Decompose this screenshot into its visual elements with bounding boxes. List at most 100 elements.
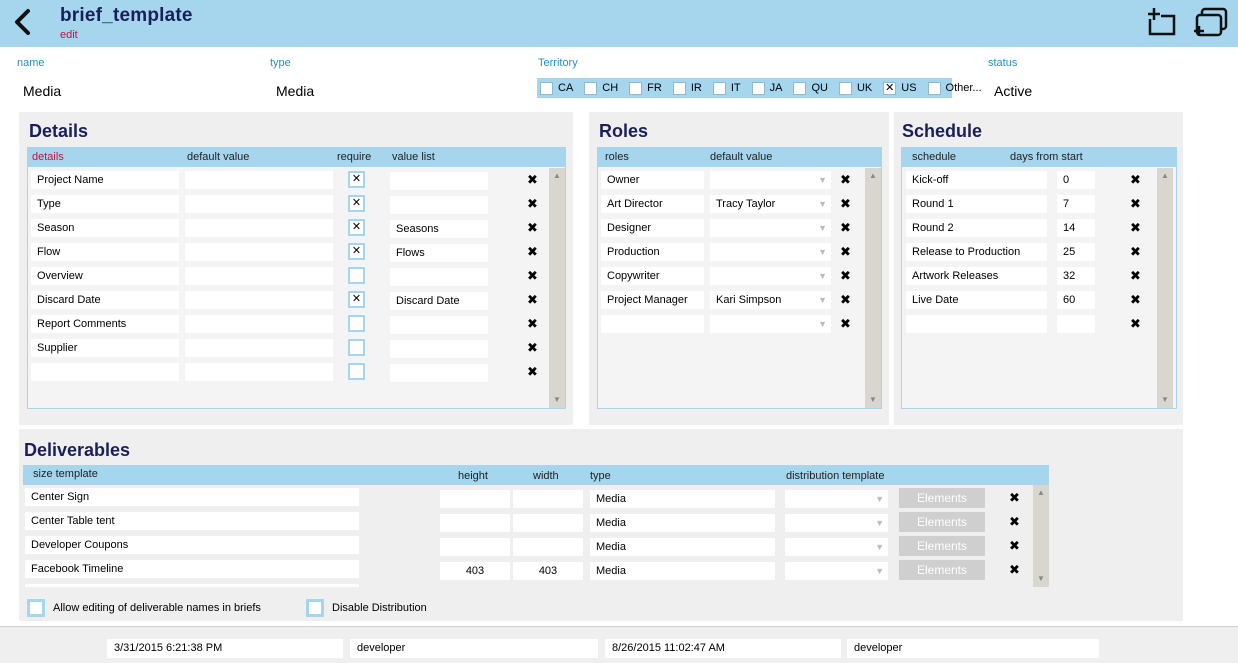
territory-checkbox[interactable] <box>927 81 941 95</box>
territory-checkbox[interactable] <box>751 81 765 95</box>
territory-checkbox[interactable] <box>672 81 686 95</box>
role-default-dropdown[interactable]: Tracy Taylor ▼ <box>710 195 831 213</box>
delete-row-icon[interactable]: ✖ <box>840 221 851 235</box>
roles-scrollbar[interactable]: ▲ ▼ <box>865 168 881 408</box>
deliverable-name-field[interactable]: Center Sign <box>25 488 359 506</box>
value-list-field[interactable]: Discard Date <box>390 292 488 310</box>
territory-checkbox[interactable] <box>712 81 726 95</box>
value-list-field[interactable] <box>390 340 488 358</box>
require-checkbox[interactable]: ✕ <box>348 219 365 236</box>
role-default-dropdown[interactable]: ▼ <box>710 171 831 189</box>
detail-name-field[interactable]: Flow <box>31 243 179 261</box>
delete-row-icon[interactable]: ✖ <box>527 365 538 379</box>
details-scrollbar[interactable]: ▲ ▼ <box>549 168 565 408</box>
deliverable-width-field[interactable] <box>513 490 583 508</box>
detail-default-field[interactable] <box>185 339 333 357</box>
deliverables-scrollbar[interactable]: ▲ ▼ <box>1033 485 1049 587</box>
scroll-down-icon[interactable]: ▼ <box>865 392 881 408</box>
schedule-name-field[interactable] <box>906 315 1047 333</box>
distribution-template-dropdown[interactable]: ▼ <box>785 514 888 532</box>
delete-row-icon[interactable]: ✖ <box>1130 197 1141 211</box>
delete-row-icon[interactable]: ✖ <box>527 341 538 355</box>
schedule-days-field[interactable] <box>1057 315 1095 333</box>
new-record-button[interactable] <box>1147 7 1179 37</box>
value-list-field[interactable] <box>390 172 488 190</box>
scroll-up-icon[interactable]: ▲ <box>1157 168 1173 184</box>
delete-row-icon[interactable]: ✖ <box>527 173 538 187</box>
value-list-field[interactable] <box>390 268 488 286</box>
delete-row-icon[interactable]: ✖ <box>527 293 538 307</box>
deliverable-name-field[interactable]: Center Table tent <box>25 512 359 530</box>
detail-name-field[interactable]: Season <box>31 219 179 237</box>
delete-row-icon[interactable]: ✖ <box>527 245 538 259</box>
role-name-field[interactable]: Art Director <box>601 195 704 213</box>
deliverable-type-field[interactable]: Media <box>590 490 775 508</box>
scroll-up-icon[interactable]: ▲ <box>549 168 565 184</box>
detail-default-field[interactable] <box>185 291 333 309</box>
schedule-days-field[interactable]: 32 <box>1057 267 1095 285</box>
name-field[interactable]: Media <box>23 83 61 99</box>
deliverable-name-field[interactable]: Facebook Timeline <box>25 560 359 578</box>
deliverable-height-field[interactable] <box>440 538 510 556</box>
detail-name-field[interactable]: Type <box>31 195 179 213</box>
scroll-down-icon[interactable]: ▼ <box>1157 392 1173 408</box>
territory-checkbox[interactable] <box>584 81 598 95</box>
territory-option[interactable]: CA <box>540 81 581 95</box>
require-checkbox[interactable] <box>348 339 365 356</box>
schedule-scrollbar[interactable]: ▲ ▼ <box>1157 168 1173 408</box>
territory-checkbox[interactable] <box>793 81 807 95</box>
status-field[interactable]: Active <box>994 83 1032 99</box>
delete-row-icon[interactable]: ✖ <box>527 197 538 211</box>
distribution-template-dropdown[interactable]: ▼ <box>785 490 888 508</box>
detail-name-field[interactable]: Overview <box>31 267 179 285</box>
delete-row-icon[interactable]: ✖ <box>1009 539 1020 553</box>
require-checkbox[interactable]: ✕ <box>348 243 365 260</box>
deliverable-type-field[interactable]: Media <box>590 514 775 532</box>
require-checkbox[interactable] <box>348 315 365 332</box>
role-default-dropdown[interactable]: ▼ <box>710 243 831 261</box>
scroll-up-icon[interactable]: ▲ <box>865 168 881 184</box>
value-list-field[interactable] <box>390 196 488 214</box>
duplicate-record-button[interactable] <box>1194 7 1228 37</box>
territory-option[interactable]: ✕ US <box>883 81 924 95</box>
deliverable-type-field[interactable]: Media <box>590 562 775 580</box>
territory-checkbox[interactable] <box>838 81 852 95</box>
role-default-dropdown[interactable]: ▼ <box>710 267 831 285</box>
schedule-days-field[interactable]: 7 <box>1057 195 1095 213</box>
delete-row-icon[interactable]: ✖ <box>527 221 538 235</box>
require-checkbox[interactable] <box>348 363 365 380</box>
detail-name-field[interactable] <box>31 363 179 381</box>
deliverable-height-field[interactable] <box>440 514 510 532</box>
delete-row-icon[interactable]: ✖ <box>1130 293 1141 307</box>
schedule-days-field[interactable]: 0 <box>1057 171 1095 189</box>
role-name-field[interactable]: Production <box>601 243 704 261</box>
delete-row-icon[interactable]: ✖ <box>1009 563 1020 577</box>
territory-option[interactable]: CH <box>584 81 626 95</box>
type-field[interactable]: Media <box>276 83 314 99</box>
detail-default-field[interactable] <box>185 363 333 381</box>
elements-button[interactable]: Elements <box>899 488 985 508</box>
deliverable-width-field[interactable] <box>513 514 583 532</box>
require-checkbox[interactable]: ✕ <box>348 195 365 212</box>
deliverable-name-field[interactable] <box>25 584 359 587</box>
delete-row-icon[interactable]: ✖ <box>840 317 851 331</box>
territory-option[interactable]: UK <box>838 81 880 95</box>
delete-row-icon[interactable]: ✖ <box>840 245 851 259</box>
detail-default-field[interactable] <box>185 243 333 261</box>
delete-row-icon[interactable]: ✖ <box>1130 317 1141 331</box>
role-default-dropdown[interactable]: Kari Simpson ▼ <box>710 291 831 309</box>
territory-option[interactable]: IR <box>672 81 710 95</box>
deliverable-width-field[interactable]: 403 <box>513 562 583 580</box>
detail-default-field[interactable] <box>185 171 333 189</box>
detail-default-field[interactable] <box>185 195 333 213</box>
delete-row-icon[interactable]: ✖ <box>1130 173 1141 187</box>
delete-row-icon[interactable]: ✖ <box>840 173 851 187</box>
delete-row-icon[interactable]: ✖ <box>527 317 538 331</box>
role-name-field[interactable]: Project Manager <box>601 291 704 309</box>
detail-name-field[interactable]: Discard Date <box>31 291 179 309</box>
delete-row-icon[interactable]: ✖ <box>840 293 851 307</box>
delete-row-icon[interactable]: ✖ <box>527 269 538 283</box>
elements-button[interactable]: Elements <box>899 560 985 580</box>
territory-option[interactable]: FR <box>629 81 670 95</box>
schedule-name-field[interactable]: Kick-off <box>906 171 1047 189</box>
